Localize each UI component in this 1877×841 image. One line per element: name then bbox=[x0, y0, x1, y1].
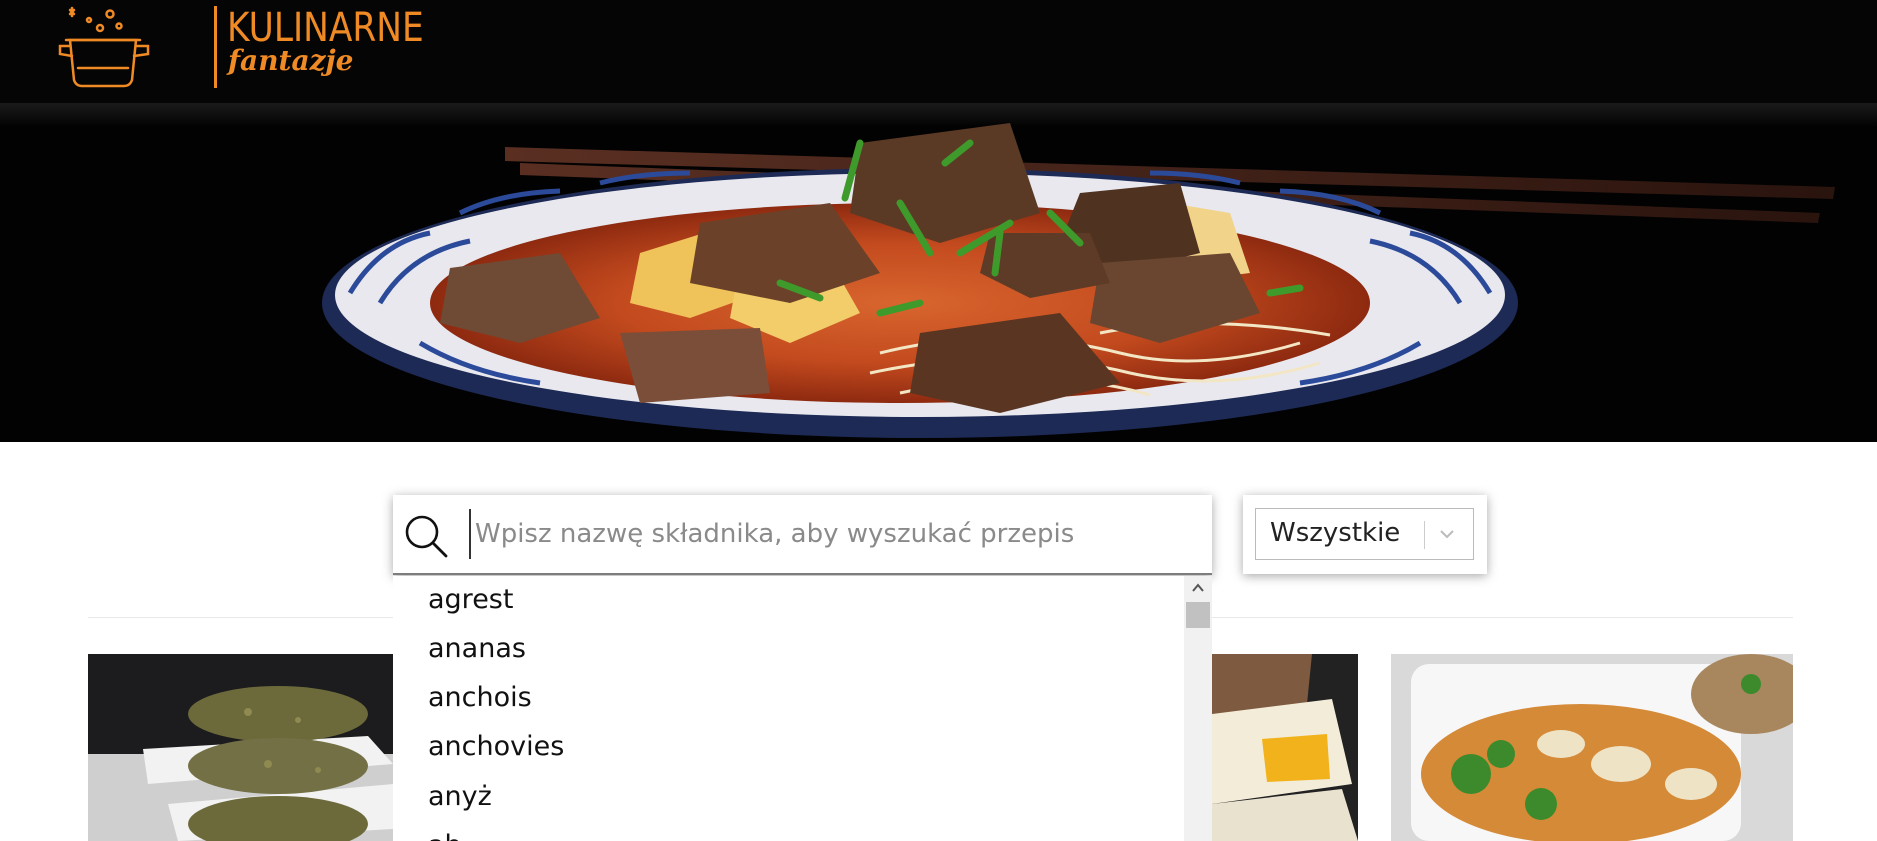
category-select[interactable]: Wszystkie bbox=[1255, 508, 1474, 560]
hero-image bbox=[0, 103, 1877, 442]
site-header: KULINARNE fantazje bbox=[0, 0, 1877, 103]
logo-divider bbox=[214, 6, 217, 88]
autocomplete-item[interactable]: agrest bbox=[428, 580, 513, 620]
autocomplete-item[interactable]: anchovies bbox=[428, 727, 564, 767]
recipe-card[interactable] bbox=[1212, 654, 1358, 841]
category-select-value: Wszystkie bbox=[1270, 518, 1401, 548]
autocomplete-item[interactable]: ananas bbox=[428, 629, 526, 669]
search-input[interactable] bbox=[469, 509, 1189, 559]
recipe-card-image bbox=[1391, 654, 1793, 841]
recipe-card-image bbox=[1212, 654, 1358, 841]
dropdown-scrollbar[interactable] bbox=[1184, 576, 1212, 841]
autocomplete-dropdown: agrest ananas anchois anchovies anyż ab.… bbox=[393, 576, 1212, 841]
chevron-down-icon[interactable] bbox=[1436, 523, 1458, 545]
autocomplete-item[interactable]: anyż bbox=[428, 777, 492, 817]
scroll-up-arrow-icon[interactable] bbox=[1190, 580, 1206, 596]
autocomplete-item[interactable]: ab... bbox=[428, 826, 487, 841]
select-separator bbox=[1424, 521, 1425, 549]
category-filter-box: Wszystkie bbox=[1243, 495, 1487, 574]
logo-subtitle: fantazje bbox=[228, 44, 354, 77]
autocomplete-item[interactable]: anchois bbox=[428, 678, 532, 718]
recipe-card[interactable] bbox=[1391, 654, 1793, 841]
search-icon[interactable] bbox=[403, 513, 449, 559]
ingredient-search-box bbox=[393, 495, 1212, 575]
scrollbar-thumb[interactable] bbox=[1186, 602, 1210, 628]
pot-icon bbox=[58, 6, 150, 88]
recipe-card[interactable] bbox=[88, 654, 393, 841]
site-logo[interactable]: KULINARNE fantazje bbox=[56, 4, 424, 92]
recipe-card-image bbox=[88, 654, 393, 841]
hero-dish-illustration bbox=[322, 123, 1835, 438]
